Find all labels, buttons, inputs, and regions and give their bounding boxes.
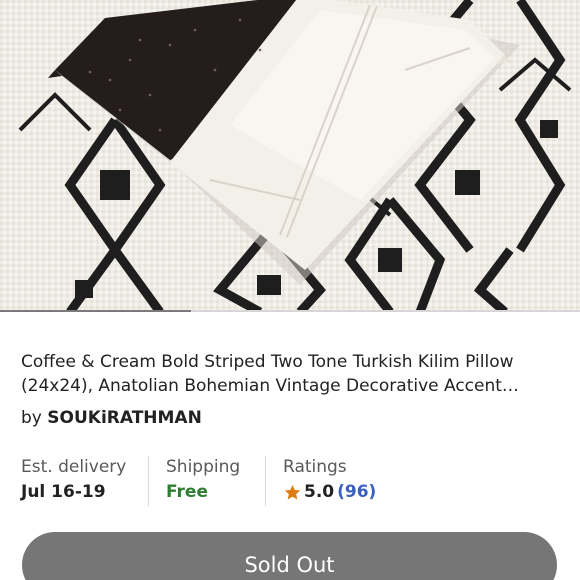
ratings-value: 5.0 (96) (283, 479, 376, 505)
rating-score: 5.0 (304, 482, 335, 502)
shop-name-link[interactable]: SOUKiRATHMAN (47, 408, 202, 428)
star-icon (284, 484, 301, 500)
shipping-info: Shipping Free (149, 455, 265, 507)
estimated-delivery: Est. delivery Jul 16-19 (21, 455, 148, 507)
listing-page: Coffee & Cream Bold Striped Two Tone Tur… (0, 0, 580, 580)
shipping-label: Shipping (166, 457, 241, 477)
product-title[interactable]: Coffee & Cream Bold Striped Two Tone Tur… (21, 350, 566, 398)
product-image[interactable] (0, 0, 580, 312)
delivery-value: Jul 16-19 (21, 482, 106, 502)
ratings-info[interactable]: Ratings 5.0 (96) (266, 455, 376, 507)
gallery-progress-track (0, 310, 580, 312)
rating-count-link[interactable]: (96) (337, 479, 376, 505)
delivery-label: Est. delivery (21, 457, 127, 477)
listing-stats: Est. delivery Jul 16-19 Shipping Free Ra… (21, 455, 376, 507)
shop-byline: by SOUKiRATHMAN (21, 406, 202, 430)
sold-out-button[interactable]: Sold Out (22, 532, 557, 580)
shipping-value: Free (166, 482, 208, 502)
by-prefix: by (21, 408, 42, 428)
ratings-label: Ratings (283, 457, 347, 477)
gallery-progress-fill (0, 310, 192, 312)
